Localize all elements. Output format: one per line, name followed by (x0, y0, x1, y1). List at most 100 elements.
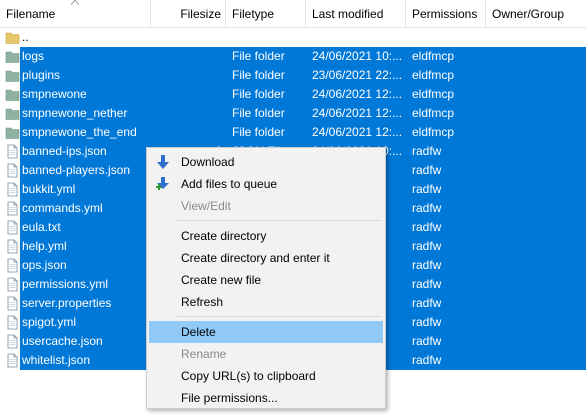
cell-type: File folder (232, 125, 285, 139)
cell-type: File folder (232, 68, 285, 82)
cell-modified: 23/06/2021 22:... (312, 68, 403, 82)
cell-owner (492, 256, 586, 275)
cell-type: File folder (232, 106, 285, 120)
cell-name: smpnewone (22, 87, 87, 101)
column-header-filetype-label: Filetype (232, 7, 275, 21)
menu-item-download[interactable]: Download (149, 151, 383, 173)
cell-perms: radfw (412, 144, 442, 158)
menu-item-rename: Rename (149, 343, 383, 365)
cell-name: whitelist.json (22, 353, 91, 367)
cell-size (151, 47, 222, 66)
file-row[interactable]: logs File folder 24/06/2021 10:... eldfmcp (0, 47, 586, 66)
cell-perms: eldfmcp (412, 106, 455, 120)
file-icon (5, 334, 20, 349)
menu-item-create-directory[interactable]: Create directory (149, 225, 383, 247)
cell-perms: eldfmcp (412, 68, 455, 82)
cell-size (151, 104, 222, 123)
cell-modified: 24/06/2021 12:... (312, 106, 403, 120)
cell-name: ops.json (22, 258, 67, 272)
column-header-permissions-label: Permissions (412, 7, 478, 21)
menu-item-label: Create directory and enter it (181, 251, 330, 265)
menu-item-refresh[interactable]: Refresh (149, 291, 383, 313)
column-header-filesize[interactable]: Filesize (151, 0, 226, 28)
cell-modified: 24/06/2021 10:... (312, 49, 403, 63)
file-row[interactable]: smpnewone_the_end File folder 24/06/2021 1… (0, 123, 586, 142)
file-icon (5, 239, 20, 254)
menu-item-label: Rename (181, 347, 227, 361)
cell-size (151, 123, 222, 142)
cell-owner (492, 294, 586, 313)
menu-item-create-new-file[interactable]: Create new file (149, 269, 383, 291)
cell-perms: radfw (412, 201, 442, 215)
column-header-filename[interactable]: Filename (0, 0, 151, 28)
cell-name: banned-ips.json (22, 144, 107, 158)
file-row[interactable]: smpnewone File folder 24/06/2021 12:... eld… (0, 85, 586, 104)
cell-owner (492, 332, 586, 351)
cell-owner (492, 351, 586, 370)
folder-icon (5, 30, 20, 45)
column-header-permissions[interactable]: Permissions (406, 0, 486, 28)
cell-perms: radfw (412, 258, 442, 272)
parent-directory-row[interactable]: .. (0, 28, 586, 47)
cell-perms: radfw (412, 296, 442, 310)
column-header-filetype[interactable]: Filetype (226, 0, 306, 28)
cell-name: logs (22, 49, 45, 63)
column-header-last-modified[interactable]: Last modified (306, 0, 406, 28)
file-icon (5, 296, 20, 311)
file-icon (5, 144, 20, 159)
menu-item-delete[interactable]: Delete (149, 321, 383, 343)
menu-item-view-edit: View/Edit (149, 195, 383, 217)
cell-perms: radfw (412, 353, 442, 367)
folder-icon (5, 87, 20, 102)
menu-item-label: Download (181, 155, 235, 169)
cell-size (151, 28, 222, 47)
cell-owner (492, 47, 586, 66)
context-menu: Download Add files to queue View/Edit Creat… (146, 147, 386, 409)
cell-perms: eldfmcp (412, 49, 455, 63)
menu-item-create-directory-and-enter-it[interactable]: Create directory and enter it (149, 247, 383, 269)
menu-item-file-permissions[interactable]: File permissions... (149, 387, 383, 409)
cell-name: commands.yml (22, 201, 103, 215)
cell-perms: radfw (412, 334, 442, 348)
folder-icon (5, 68, 20, 83)
cell-name: smpnewone_the_end (22, 125, 137, 139)
menu-separator (177, 220, 381, 221)
cell-name: smpnewone_nether (22, 106, 128, 120)
menu-item-label: Copy URL(s) to clipboard (181, 369, 316, 383)
cell-size (151, 85, 222, 104)
cell-owner (492, 313, 586, 332)
cell-perms: radfw (412, 163, 442, 177)
menu-item-label: Add files to queue (181, 177, 278, 191)
cell-modified (312, 28, 406, 47)
cell-perms (412, 28, 486, 47)
cell-modified: 24/06/2021 12:... (312, 87, 403, 101)
column-header-filesize-label: Filesize (180, 7, 221, 21)
cell-name: help.yml (22, 239, 67, 253)
cell-name: permissions.yml (22, 277, 109, 291)
cell-owner (492, 199, 586, 218)
cell-owner (492, 123, 586, 142)
cell-size (151, 66, 222, 85)
file-row[interactable]: plugins File folder 23/06/2021 22:... eldfm… (0, 66, 586, 85)
file-row[interactable]: smpnewone_nether File folder 24/06/2021 12… (0, 104, 586, 123)
cell-owner (492, 85, 586, 104)
cell-type: File folder (232, 87, 285, 101)
cell-perms: radfw (412, 239, 442, 253)
cell-name: bukkit.yml (22, 182, 76, 196)
cell-owner (492, 180, 586, 199)
cell-name: banned-players.json (22, 163, 131, 177)
menu-item-copy-url-s-to-clipboard[interactable]: Copy URL(s) to clipboard (149, 365, 383, 387)
menu-separator (177, 316, 381, 317)
file-icon (5, 201, 20, 216)
menu-item-label: Refresh (181, 295, 224, 309)
cell-perms: radfw (412, 182, 442, 196)
cell-modified: 24/06/2021 12:... (312, 125, 403, 139)
column-header-owner-group[interactable]: Owner/Group (486, 0, 586, 28)
menu-item-add-files-to-queue[interactable]: Add files to queue (149, 173, 383, 195)
cell-perms: radfw (412, 277, 442, 291)
cell-owner (492, 237, 586, 256)
file-icon (5, 353, 20, 368)
cell-name: eula.txt (22, 220, 61, 234)
column-header-filename-label: Filename (6, 7, 56, 21)
cell-perms: eldfmcp (412, 125, 455, 139)
